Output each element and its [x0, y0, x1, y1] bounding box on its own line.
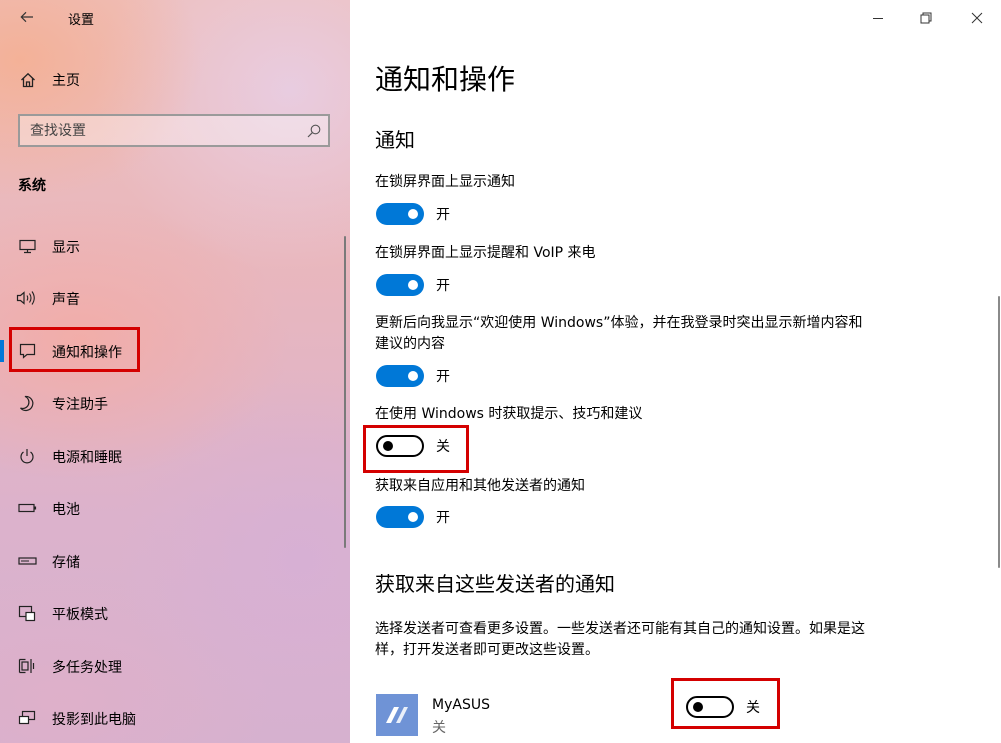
power-icon — [16, 446, 38, 466]
lock-screen-notifications-toggle[interactable] — [376, 203, 424, 225]
app-status: 关 — [432, 720, 446, 736]
sidebar-item-tablet-mode[interactable]: 平板模式 — [0, 595, 346, 631]
sidebar-item-label: 专注助手 — [52, 397, 108, 413]
sidebar-item-home[interactable]: 主页 — [0, 64, 350, 96]
window-title: 设置 — [68, 13, 95, 28]
app-notifications-toggle-row[interactable]: 开 — [376, 506, 450, 528]
sidebar-item-label: 投影到此电脑 — [52, 712, 136, 728]
lock-screen-reminders-toggle[interactable] — [376, 274, 424, 296]
sidebar-scrollbar[interactable] — [344, 236, 346, 548]
section-label: 系统 — [18, 178, 46, 194]
moon-icon — [16, 393, 38, 413]
sidebar-item-display[interactable]: 显示 — [0, 228, 346, 264]
toggle-state: 开 — [436, 278, 450, 294]
welcome-experience-toggle[interactable] — [376, 365, 424, 387]
highlight-box — [363, 425, 469, 473]
close-icon — [971, 12, 983, 24]
page-title: 通知和操作 — [375, 63, 516, 96]
setting-label: 在锁屏界面上显示提醒和 VoIP 来电 — [375, 245, 596, 261]
sidebar-item-label: 主页 — [52, 73, 80, 89]
setting-label: 更新后向我显示“欢迎使用 Windows”体验，并在我登录时突出显示新增内容和建… — [375, 315, 863, 352]
sidebar-item-label: 平板模式 — [52, 607, 108, 623]
tablet-icon — [16, 603, 38, 623]
senders-heading: 获取来自这些发送者的通知 — [375, 572, 615, 596]
minimize-button[interactable] — [855, 4, 901, 32]
sidebar: 设置 主页 系统 显示 声音 通知和操作 专注助手 — [0, 0, 350, 743]
highlight-box — [9, 327, 140, 372]
notifications-heading: 通知 — [375, 128, 415, 152]
setting-label: 在锁屏界面上显示通知 — [375, 174, 515, 190]
project-icon — [16, 708, 38, 728]
toggle-state: 开 — [436, 207, 450, 223]
restore-icon — [920, 12, 932, 24]
senders-description: 选择发送者可查看更多设置。一些发送者还可能有其自己的通知设置。如果是这样，打开发… — [375, 621, 865, 658]
setting-label: 获取来自应用和其他发送者的通知 — [375, 478, 585, 494]
minimize-icon — [873, 18, 883, 19]
sidebar-item-storage[interactable]: 存储 — [0, 543, 346, 579]
setting-label: 在使用 Windows 时获取提示、技巧和建议 — [375, 406, 643, 422]
sidebar-item-label: 多任务处理 — [52, 660, 122, 676]
toggle-knob — [408, 371, 418, 381]
monitor-icon — [16, 236, 38, 256]
myasus-app-icon — [376, 694, 418, 736]
home-icon — [18, 70, 38, 90]
welcome-experience-toggle-row[interactable]: 开 — [376, 365, 450, 387]
back-arrow-icon — [20, 11, 33, 23]
sidebar-item-label: 声音 — [52, 292, 80, 308]
search-box[interactable] — [18, 114, 330, 147]
battery-icon — [16, 498, 38, 518]
close-button[interactable] — [954, 4, 1000, 32]
lock-screen-notifications-toggle-row[interactable]: 开 — [376, 203, 450, 225]
back-button[interactable] — [14, 6, 40, 28]
app-notifications-toggle[interactable] — [376, 506, 424, 528]
main-pane: 通知和操作 通知 在锁屏界面上显示通知 开 在锁屏界面上显示提醒和 VoIP 来… — [350, 0, 1001, 743]
sidebar-item-label: 显示 — [52, 240, 80, 256]
toggle-state: 开 — [436, 510, 450, 526]
multitask-icon — [16, 656, 38, 676]
sidebar-item-label: 存储 — [52, 555, 80, 571]
sidebar-item-sound[interactable]: 声音 — [0, 280, 346, 316]
sidebar-item-multitasking[interactable]: 多任务处理 — [0, 648, 346, 684]
sidebar-item-battery[interactable]: 电池 — [0, 490, 346, 526]
sidebar-item-project[interactable]: 投影到此电脑 — [0, 700, 346, 736]
sidebar-item-label: 电源和睡眠 — [52, 450, 122, 466]
sidebar-item-label: 电池 — [52, 502, 80, 518]
restore-button[interactable] — [903, 4, 949, 32]
search-input[interactable] — [30, 122, 290, 139]
toggle-knob — [408, 280, 418, 290]
app-name[interactable]: MyASUS — [432, 697, 490, 713]
search-icon[interactable] — [307, 124, 321, 138]
highlight-box — [671, 678, 780, 729]
toggle-state: 开 — [436, 369, 450, 385]
sidebar-item-focus-assist[interactable]: 专注助手 — [0, 385, 346, 421]
main-scrollbar[interactable] — [998, 296, 1000, 568]
storage-icon — [16, 551, 38, 571]
toggle-knob — [408, 209, 418, 219]
toggle-knob — [408, 512, 418, 522]
speaker-icon — [16, 288, 38, 308]
sidebar-item-power[interactable]: 电源和睡眠 — [0, 438, 346, 474]
lock-screen-reminders-toggle-row[interactable]: 开 — [376, 274, 450, 296]
